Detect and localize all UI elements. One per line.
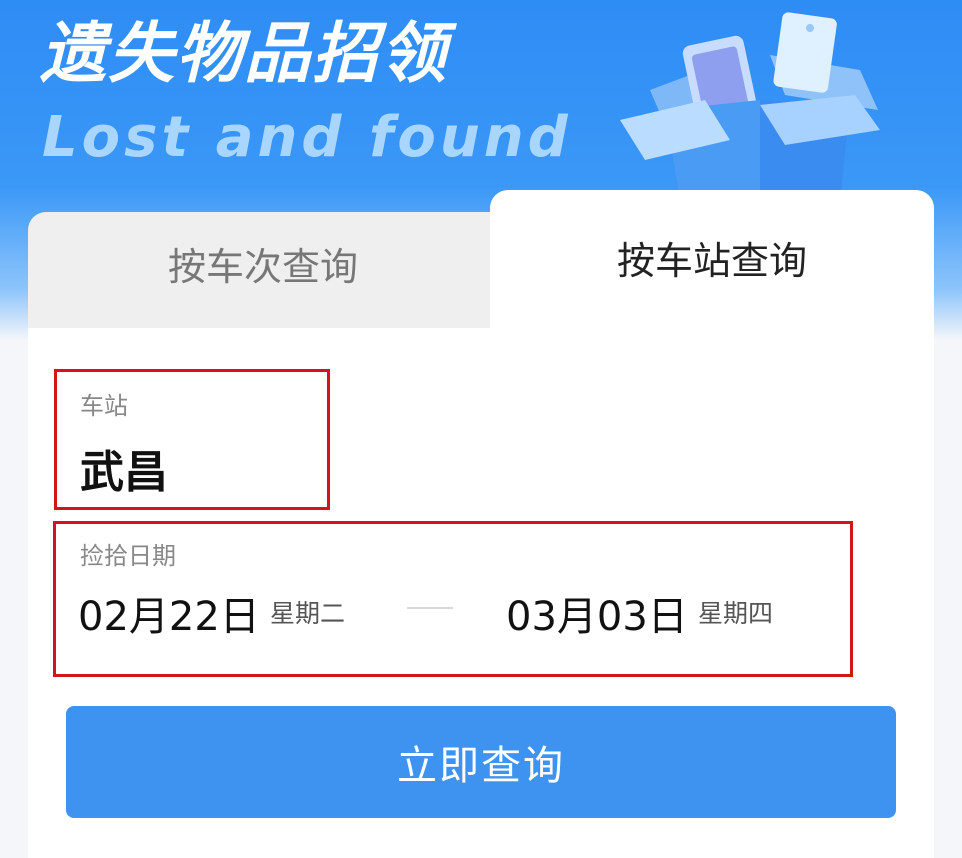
open-box-icon [620, 12, 880, 200]
search-button[interactable]: 立即查询 [66, 706, 896, 818]
tab-label: 按车站查询 [616, 238, 807, 283]
tab-by-station[interactable]: 按车站查询 [490, 190, 934, 340]
date-field-highlight [53, 521, 853, 677]
page-title: 遗失物品招领 [40, 15, 448, 92]
tab-label: 按车次查询 [167, 244, 358, 289]
page-subtitle: Lost and found [42, 105, 572, 170]
station-field-highlight [54, 369, 330, 510]
tab-by-train[interactable]: 按车次查询 [28, 212, 498, 332]
tag-icon [773, 12, 837, 93]
